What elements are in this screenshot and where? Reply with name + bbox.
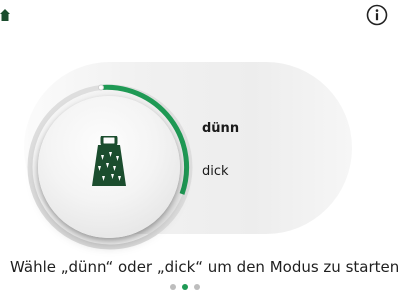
arc-start-marker <box>98 84 104 91</box>
pagination-dot[interactable] <box>170 284 176 290</box>
home-icon[interactable] <box>0 8 10 22</box>
option-thick[interactable]: dick <box>202 164 229 179</box>
info-icon[interactable] <box>366 4 388 26</box>
pagination-dot-active[interactable] <box>182 284 188 290</box>
option-thin[interactable]: dünn <box>202 121 239 136</box>
instruction-text: Wähle „dünn“ oder „dick“ um den Modus zu… <box>10 258 400 276</box>
mode-knob[interactable] <box>38 96 180 238</box>
pagination-dot[interactable] <box>194 284 200 290</box>
grater-icon <box>92 136 126 186</box>
mode-selection-screen: dünn dick Wähle „dünn“ oder „dick“ um de… <box>0 0 400 300</box>
pagination-dots <box>170 284 200 290</box>
